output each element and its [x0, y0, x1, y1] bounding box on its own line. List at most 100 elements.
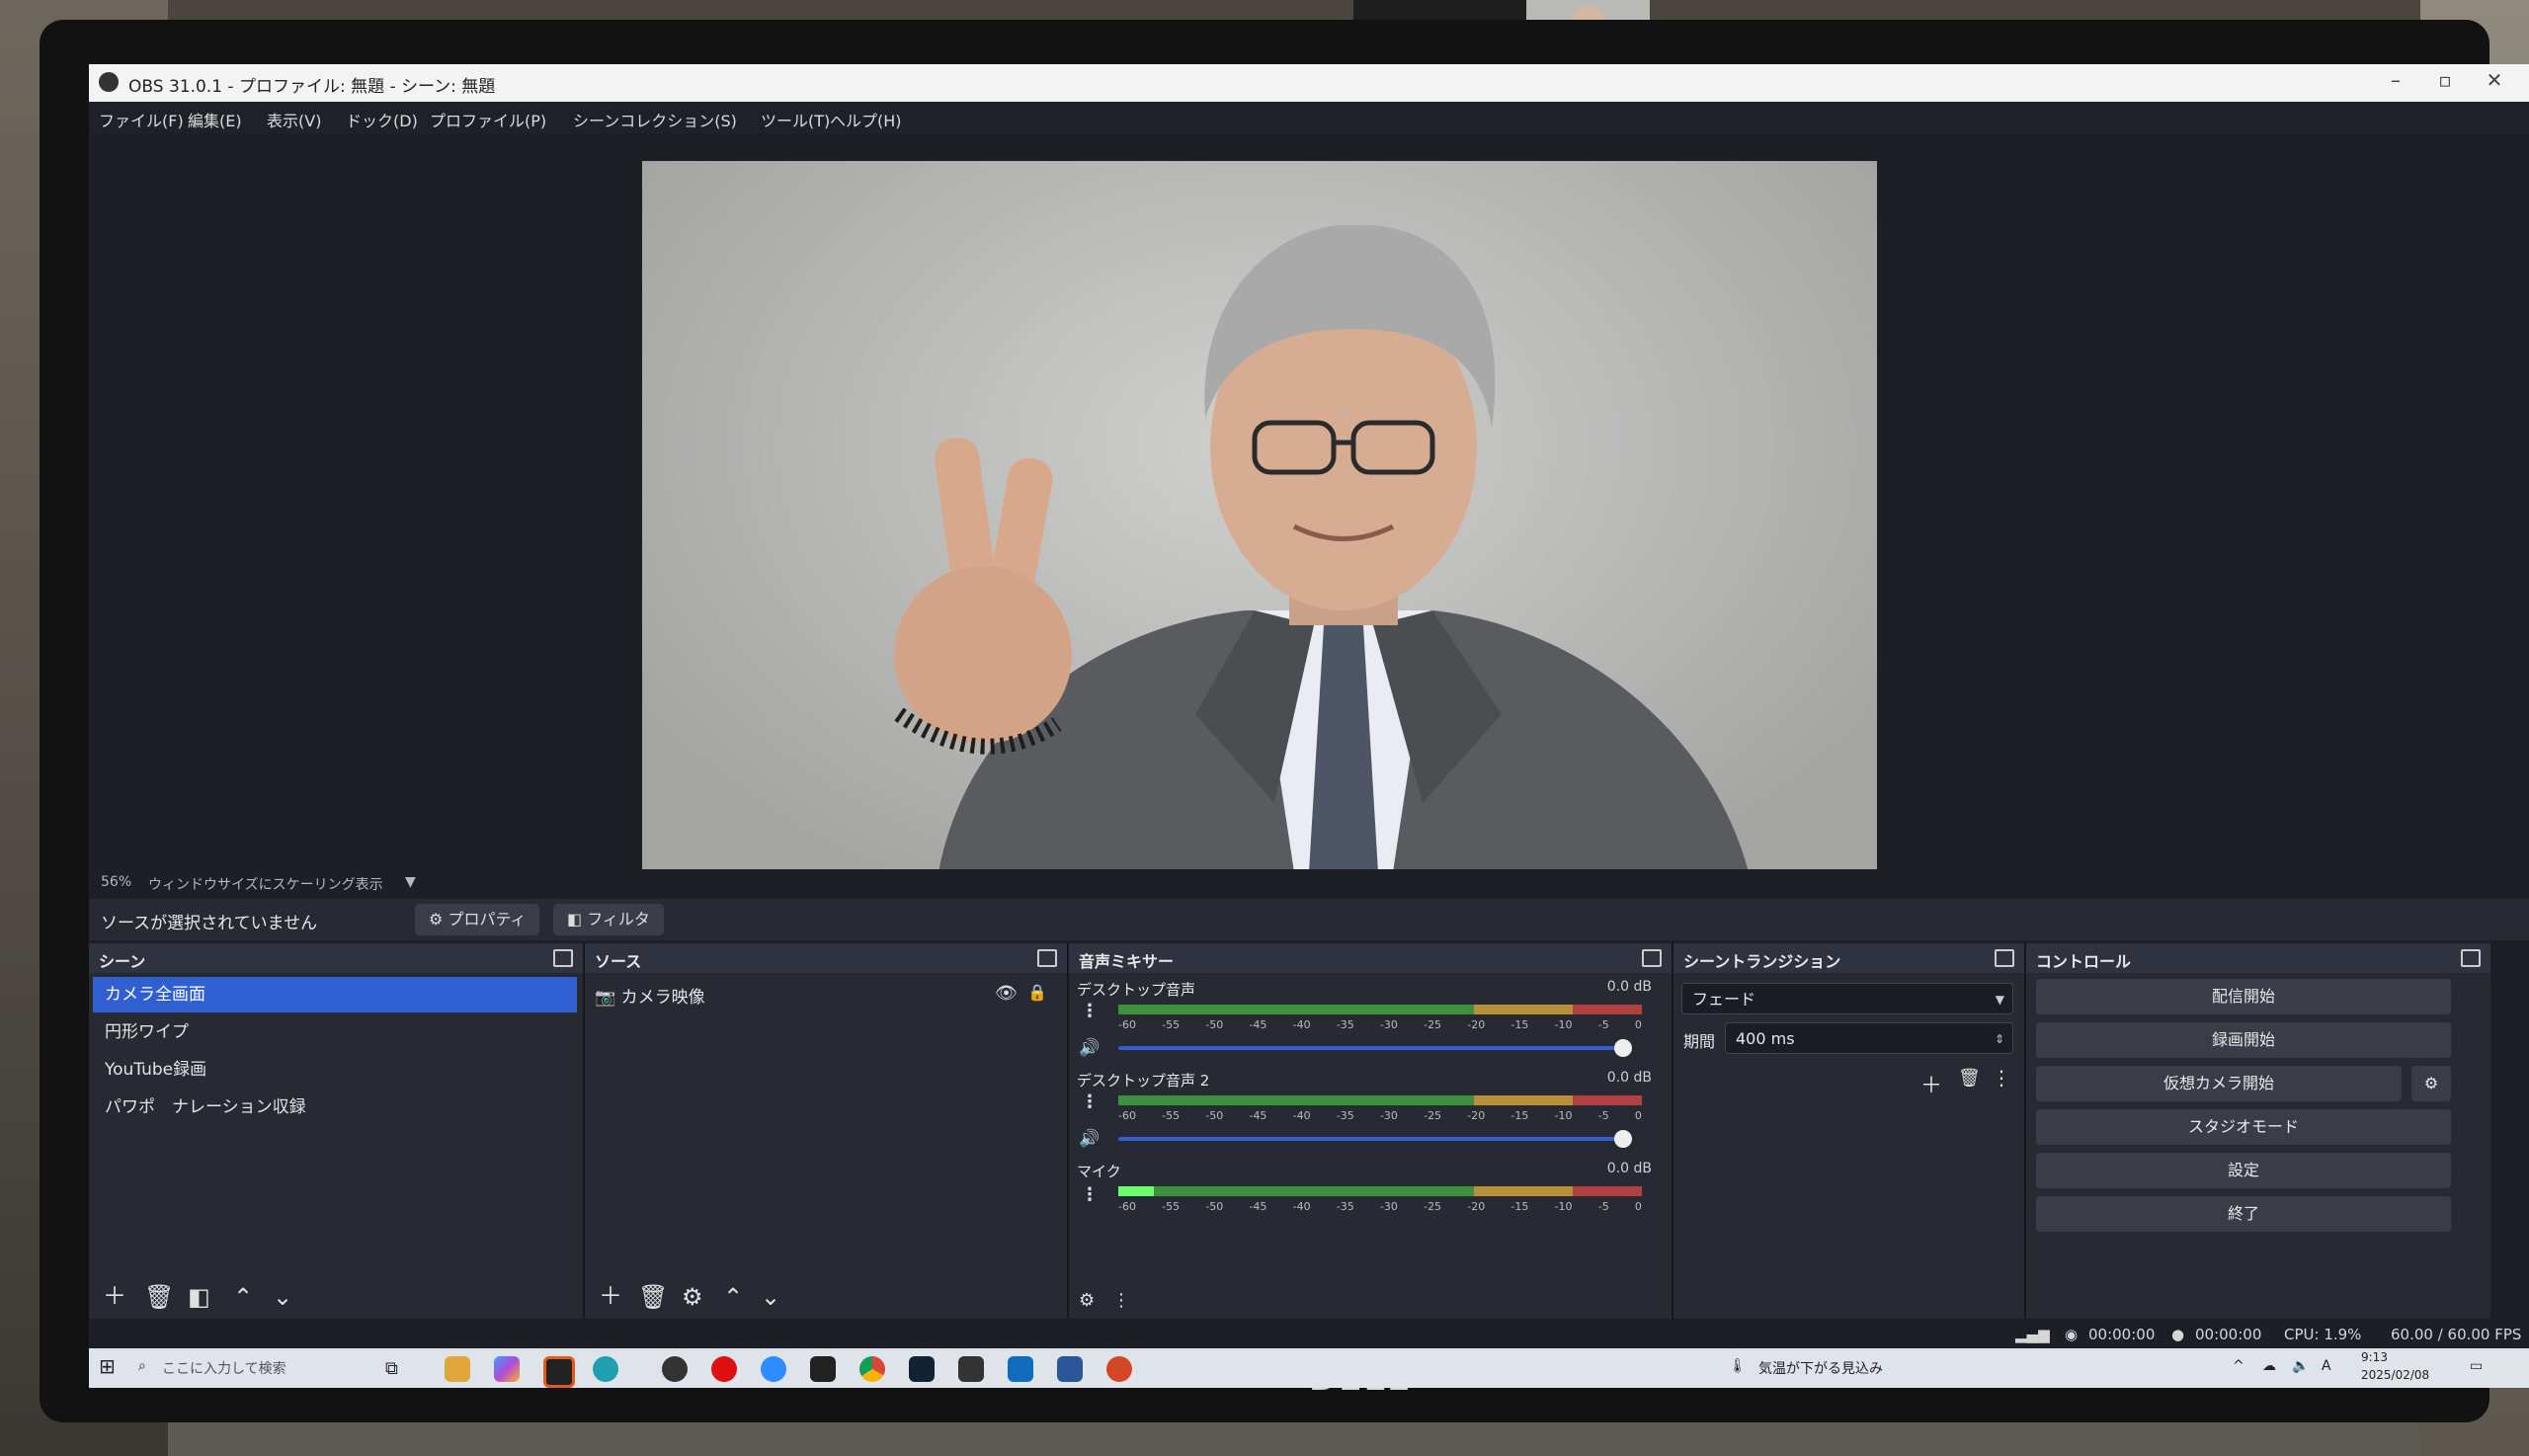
settings-button[interactable]: 設定 [2036, 1153, 2451, 1188]
obs-taskbar-icon[interactable] [662, 1356, 688, 1382]
undock-icon[interactable] [1642, 949, 1662, 967]
virtual-camera-settings-button[interactable]: ⚙ [2411, 1066, 2451, 1101]
taskbar-search-input[interactable]: ここに入力して検索 [162, 1358, 286, 1378]
source-item[interactable]: 📷 カメラ映像 [595, 983, 705, 1008]
move-up-icon[interactable]: ⌃ [723, 1283, 743, 1311]
menu-scene-collection[interactable]: シーンコレクション(S) [573, 108, 737, 131]
move-down-icon[interactable]: ⌄ [761, 1283, 780, 1311]
trash-icon[interactable]: 🗑 [144, 1283, 174, 1311]
undock-icon[interactable] [553, 949, 573, 967]
obs-window: OBS 31.0.1 - プロファイル: 無題 - シーン: 無題 – ▫ ✕ … [89, 64, 2529, 1388]
move-up-icon[interactable]: ⌃ [233, 1283, 253, 1311]
ime-indicator[interactable]: A [2322, 1358, 2331, 1374]
sources-footer: ＋ 🗑 ⚙ ⌃ ⌄ [585, 1277, 1067, 1319]
add-icon[interactable]: ＋ [599, 1276, 622, 1311]
add-icon[interactable]: ＋ [1920, 1068, 1942, 1099]
record-app-icon[interactable] [711, 1356, 737, 1382]
maximize-button[interactable]: ▫ [2430, 68, 2460, 92]
start-streaming-button[interactable]: 配信開始 [2036, 979, 2451, 1014]
studio-mode-button[interactable]: スタジオモード [2036, 1109, 2451, 1145]
start-virtual-camera-button[interactable]: 仮想カメラ開始 [2036, 1066, 2402, 1101]
volume-slider-handle[interactable] [1614, 1039, 1632, 1057]
add-icon[interactable]: ＋ [103, 1276, 126, 1311]
channel-menu-icon[interactable]: ⋮ [1081, 1001, 1099, 1021]
app-icon[interactable] [543, 1356, 575, 1388]
exit-button[interactable]: 終了 [2036, 1196, 2451, 1232]
edge-icon[interactable] [593, 1356, 618, 1382]
visibility-eye-icon[interactable]: 👁 [995, 983, 1018, 1004]
powerpoint-icon[interactable] [1106, 1356, 1132, 1382]
mixer-menu-icon[interactable]: ⋮ [1112, 1290, 1130, 1311]
menu-help[interactable]: ヘルプ(H) [830, 108, 902, 131]
chrome-icon[interactable] [859, 1356, 885, 1382]
undock-icon[interactable] [1995, 949, 2014, 967]
close-button[interactable]: ✕ [2480, 68, 2509, 92]
filter-icon: ◧ [567, 910, 588, 929]
weather-text[interactable]: 気温が下がる見込み [1758, 1358, 1883, 1378]
outlook-icon[interactable] [1008, 1356, 1033, 1382]
fps-indicator: 60.00 / 60.00 FPS [2391, 1326, 2522, 1343]
scene-item[interactable]: 円形ワイプ [93, 1014, 577, 1050]
menu-tools[interactable]: ツール(T) [761, 108, 830, 131]
menu-view[interactable]: 表示(V) [267, 108, 321, 131]
advanced-audio-icon[interactable]: ⚙ [1079, 1290, 1095, 1311]
chevron-down-icon: ▼ [1995, 993, 2004, 1007]
trash-icon[interactable]: 🗑 [638, 1283, 668, 1311]
scene-item[interactable]: カメラ全画面 [93, 977, 577, 1012]
volume-slider[interactable] [1118, 1130, 1632, 1148]
speaker-icon[interactable]: 🔊 [1079, 1129, 1100, 1149]
start-recording-button[interactable]: 録画開始 [2036, 1022, 2451, 1058]
monitor: DELL OBS 31.0.1 - プロファイル: 無題 - シーン: 無題 –… [40, 20, 2529, 1422]
app-icon[interactable] [810, 1356, 836, 1382]
file-explorer-icon[interactable] [445, 1356, 470, 1382]
gear-icon: ⚙ [429, 910, 449, 929]
duration-label: 期間 [1683, 1032, 1716, 1051]
undock-icon[interactable] [2461, 949, 2481, 967]
word-icon[interactable] [1057, 1356, 1083, 1382]
menu-profile[interactable]: プロファイル(P) [430, 108, 546, 131]
app-icon[interactable] [958, 1356, 984, 1382]
channel-menu-icon[interactable]: ⋮ [1081, 1092, 1099, 1112]
undock-icon[interactable] [1037, 949, 1057, 967]
gear-icon[interactable]: ⚙ [682, 1283, 703, 1311]
speaker-icon[interactable]: 🔊 [1079, 1038, 1100, 1058]
app-icon[interactable] [909, 1356, 935, 1382]
volume-slider-handle[interactable] [1614, 1130, 1632, 1148]
volume-icon[interactable]: 🔈 [2292, 1358, 2309, 1374]
filter-icon[interactable]: ◧ [188, 1283, 210, 1311]
scene-item[interactable]: YouTube録画 [93, 1052, 577, 1088]
record-time: 00:00:00 [2195, 1326, 2262, 1343]
lock-icon[interactable]: 🔒 [1027, 983, 1047, 1002]
properties-label: プロパティ [448, 910, 527, 929]
trash-icon[interactable]: 🗑 [1958, 1068, 1981, 1089]
duration-spinbox[interactable]: 400 ms ⇕ [1725, 1022, 2013, 1054]
filters-button[interactable]: ◧ フィルタ [553, 904, 664, 935]
gear-icon: ⚙ [2423, 1074, 2439, 1092]
status-bar: ▂▄▆ ◉ 00:00:00 ● 00:00:00 CPU: 1.9% 60.0… [89, 1321, 2529, 1348]
channel-menu-icon[interactable]: ⋮ [1081, 1184, 1099, 1205]
notification-icon[interactable]: ▭ [2470, 1358, 2483, 1374]
chevron-down-icon[interactable]: ▼ [405, 874, 416, 890]
volume-slider[interactable] [1118, 1039, 1632, 1057]
properties-button[interactable]: ⚙ プロパティ [415, 904, 540, 935]
stream-time: 00:00:00 [2088, 1326, 2156, 1343]
menu-file[interactable]: ファイル(F) [99, 108, 184, 131]
network-icon[interactable]: ☁ [2262, 1358, 2276, 1374]
preview-canvas[interactable] [642, 161, 1877, 872]
task-view-icon[interactable]: ⧉ [385, 1358, 398, 1379]
filters-label: フィルタ [587, 910, 650, 929]
transition-type-select[interactable]: フェード ▼ [1681, 983, 2013, 1014]
menu-docks[interactable]: ドック(D) [346, 108, 418, 131]
minimize-button[interactable]: – [2381, 68, 2410, 92]
windows-start-icon[interactable]: ⊞ [99, 1354, 116, 1378]
scene-item[interactable]: パワポ ナレーション収録 [93, 1090, 577, 1125]
move-down-icon[interactable]: ⌄ [273, 1283, 292, 1311]
chevron-up-icon[interactable]: ^ [2233, 1358, 2244, 1374]
volume-meter [1118, 1005, 1642, 1014]
zoom-icon[interactable] [761, 1356, 786, 1382]
copilot-icon[interactable] [494, 1356, 520, 1382]
transitions-dock-header: シーントランジション [1673, 943, 2024, 973]
menu-edit[interactable]: 編集(E) [188, 108, 242, 131]
scaling-mode-dropdown[interactable]: ウィンドウサイズにスケーリング表示 [148, 874, 383, 894]
transition-menu-icon[interactable]: ⋮ [1992, 1066, 2011, 1090]
